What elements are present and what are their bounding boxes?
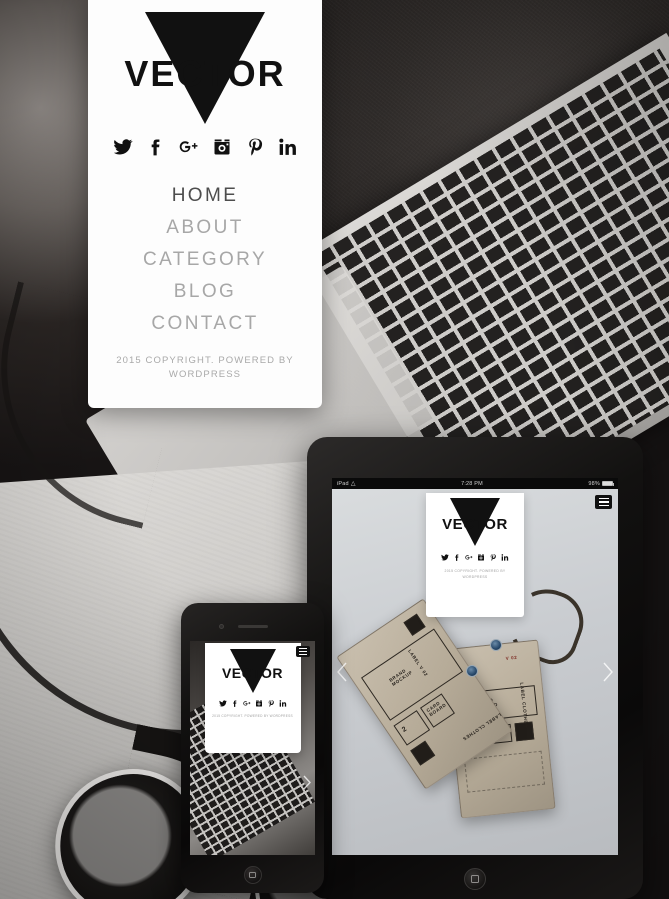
- screenshot-stage: VECTOR HOME ABOUT CATEGORY BLOG CONTACT …: [0, 0, 669, 899]
- phone-hero-card: VECTOR 2015 COPYRIGHT. POWERED BY WORDPR…: [204, 643, 301, 753]
- nav-item-contact[interactable]: CONTACT: [88, 308, 322, 340]
- ipad-status-bar: iPad △ 7:28 PM 98%: [332, 478, 618, 489]
- linkedin-icon[interactable]: [278, 136, 298, 158]
- tablet-hero-card: VECTOR 2015 COPYRIGHT. POWERED BY WORDPR…: [426, 493, 524, 617]
- copyright-text: 2015 COPYRIGHT. POWERED BY WORDPRESS: [116, 355, 294, 380]
- logo-wordmark: VECTOR: [124, 53, 286, 94]
- phone-logo[interactable]: VECTOR: [213, 648, 293, 694]
- status-bar-left: iPad △: [337, 480, 356, 488]
- tablet-social-links: [441, 553, 509, 562]
- phone-earpiece-speaker: [237, 625, 268, 628]
- site-logo[interactable]: VECTOR: [105, 10, 305, 124]
- status-bar-time: 7:28 PM: [461, 480, 483, 487]
- tablet-copyright-text: 2015 COPYRIGHT. POWERED BY WORDPRESS: [444, 569, 506, 579]
- tablet-logo-wordmark: VECTOR: [442, 516, 508, 533]
- phone-screen[interactable]: VECTOR 2015 COPYRIGHT. POWERED BY WORDPR…: [190, 641, 315, 855]
- nav-item-blog[interactable]: BLOG: [88, 276, 322, 308]
- tablet-google-plus-icon[interactable]: [465, 553, 473, 562]
- phone-linkedin-icon[interactable]: [279, 699, 287, 708]
- tablet-screen[interactable]: iPad △ 7:28 PM 98% V 02 LABEL CLOTHES BR…: [332, 478, 618, 855]
- phone-social-links: [218, 699, 287, 708]
- phone-home-button[interactable]: [243, 866, 262, 884]
- phone-facebook-icon[interactable]: [231, 699, 239, 708]
- battery-percent-label: 98%: [588, 480, 600, 487]
- tablet-page-content: V 02 CARDBOARD 2 PSD LABEL CLOTHES BRAND: [332, 489, 618, 855]
- status-bar-right: 98%: [588, 480, 614, 487]
- carrier-label: iPad: [337, 480, 349, 487]
- phone-google-plus-icon[interactable]: [242, 699, 251, 708]
- phone-pinterest-icon[interactable]: [267, 699, 275, 708]
- hangtag-grommet-2: [466, 665, 478, 677]
- phone-device-mockup: VECTOR 2015 COPYRIGHT. POWERED BY WORDPR…: [181, 603, 324, 893]
- battery-icon: [601, 481, 614, 486]
- facebook-icon[interactable]: [146, 136, 166, 158]
- tablet-pinterest-icon[interactable]: [489, 553, 497, 562]
- pinterest-icon[interactable]: [245, 136, 265, 158]
- tablet-carousel-next-icon[interactable]: [601, 661, 615, 683]
- phone-front-camera-icon: [219, 624, 224, 629]
- nav-item-category[interactable]: CATEGORY: [88, 244, 322, 276]
- phone-instagram-icon[interactable]: [255, 699, 263, 708]
- hangtag-grommet-1: [490, 639, 502, 651]
- tablet-home-button[interactable]: [464, 868, 486, 890]
- phone-logo-wordmark: VECTOR: [221, 665, 284, 681]
- main-menu-card: VECTOR HOME ABOUT CATEGORY BLOG CONTACT …: [88, 0, 322, 408]
- twitter-icon[interactable]: [113, 136, 133, 158]
- instagram-icon[interactable]: [212, 136, 232, 158]
- google-plus-icon[interactable]: [179, 136, 199, 158]
- nav-item-home[interactable]: HOME: [88, 180, 322, 212]
- wifi-icon: △: [350, 481, 356, 487]
- phone-hamburger-menu-icon[interactable]: [296, 646, 310, 657]
- main-navigation: HOME ABOUT CATEGORY BLOG CONTACT: [88, 180, 322, 340]
- tablet-hamburger-menu-icon[interactable]: [595, 495, 612, 509]
- tablet-instagram-icon[interactable]: [477, 553, 485, 562]
- phone-carousel-next-icon[interactable]: [302, 774, 312, 791]
- tablet-facebook-icon[interactable]: [453, 553, 461, 562]
- phone-twitter-icon[interactable]: [218, 699, 227, 708]
- nav-item-about[interactable]: ABOUT: [88, 212, 322, 244]
- tablet-carousel-prev-icon[interactable]: [335, 661, 349, 683]
- tablet-twitter-icon[interactable]: [441, 553, 449, 562]
- tablet-device-mockup: iPad △ 7:28 PM 98% V 02 LABEL CLOTHES BR…: [307, 437, 643, 899]
- phone-copyright-text: 2015 COPYRIGHT. POWERED BY WORDPRESS: [212, 714, 293, 718]
- tablet-linkedin-icon[interactable]: [501, 553, 509, 562]
- social-links: [113, 136, 298, 158]
- tablet-logo[interactable]: VECTOR: [433, 497, 517, 547]
